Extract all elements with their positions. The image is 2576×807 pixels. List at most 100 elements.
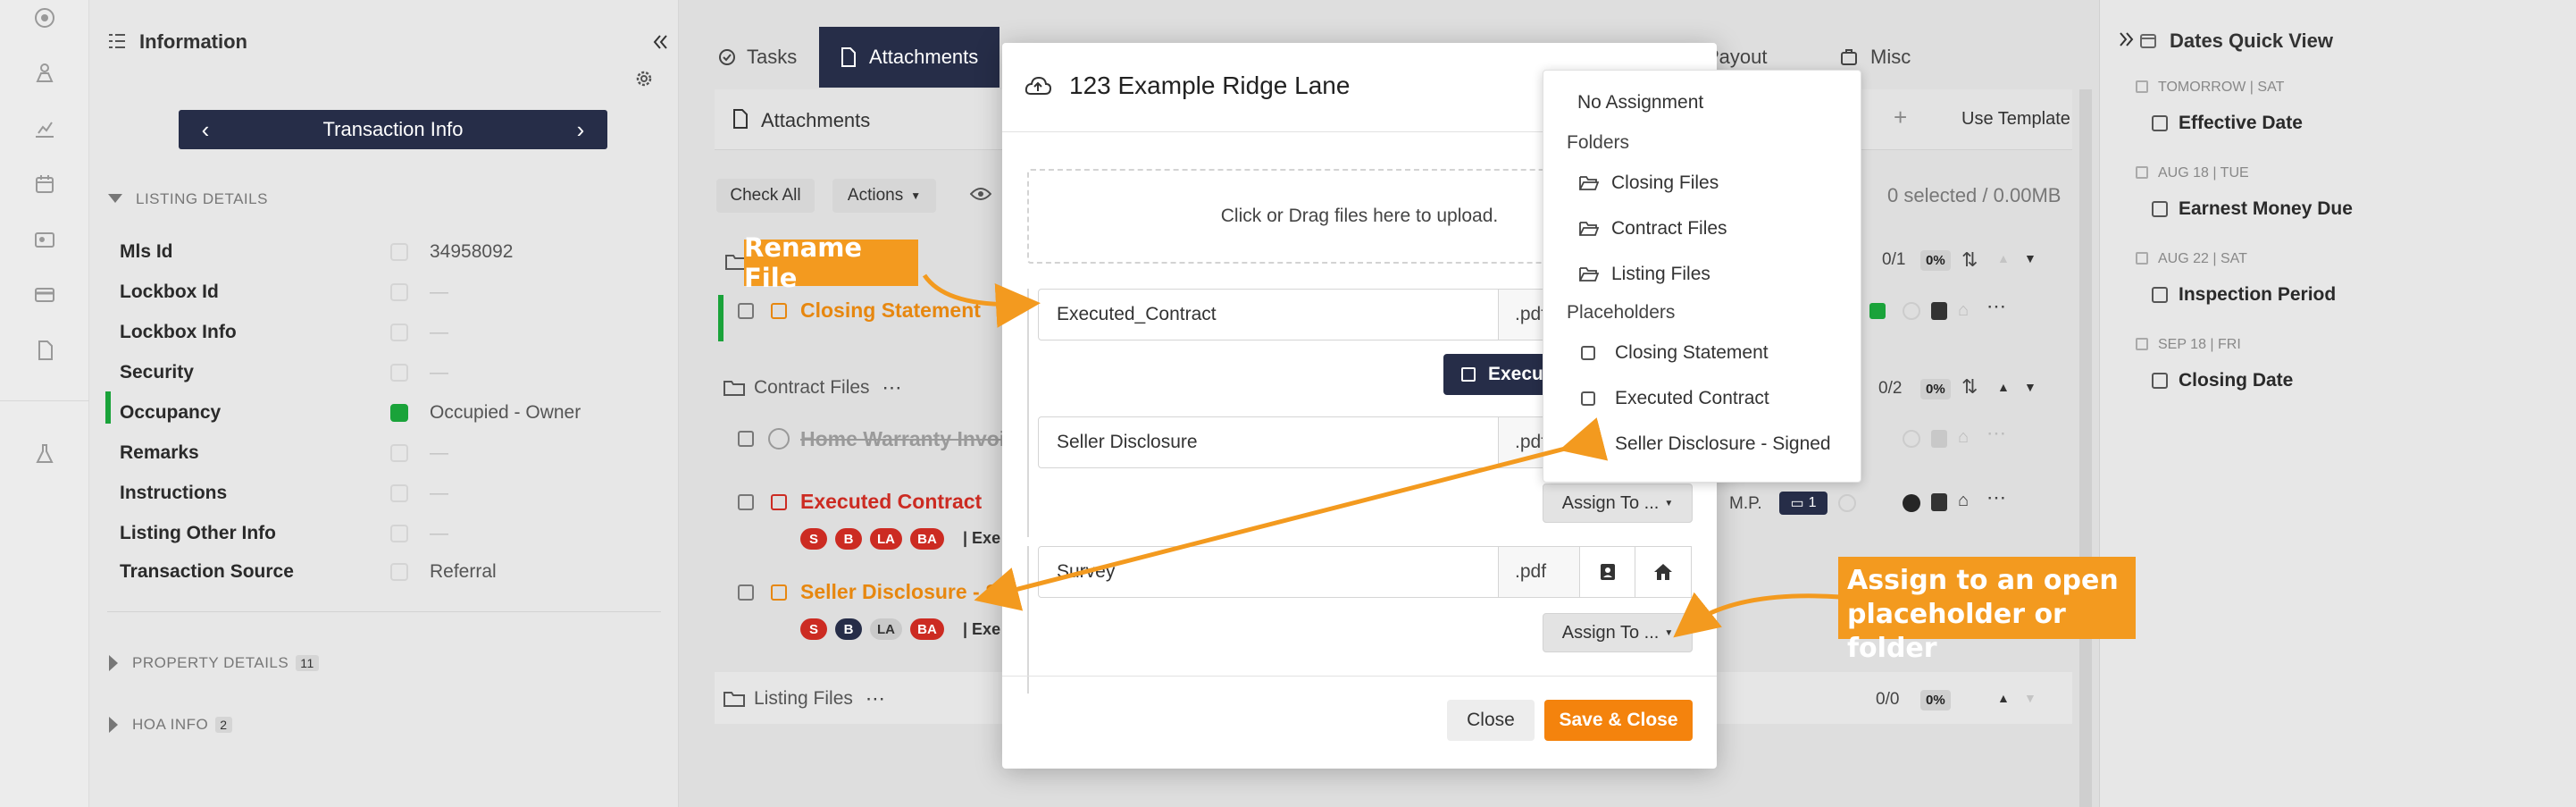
field-value[interactable]: 34958092 [430,241,513,263]
field-checkbox[interactable] [390,444,408,462]
field-value[interactable]: — [430,523,448,544]
property-details-toggle[interactable]: PROPERTY DETAILS 11 [107,651,661,677]
home-button[interactable] [1635,546,1692,598]
more-icon[interactable]: ⋯ [1986,422,2006,445]
calendar-icon[interactable] [32,172,57,197]
more-icon[interactable]: ⋯ [1986,486,2006,509]
info-icon[interactable] [1903,494,1920,512]
tab-attachments[interactable]: Attachments [819,27,1000,88]
more-icon[interactable]: ⋯ [882,376,902,399]
chevron-right-icon[interactable]: › [561,110,600,149]
more-icon[interactable]: ⋯ [866,687,885,710]
field-checkbox[interactable] [390,484,408,502]
date-checkbox[interactable] [2152,201,2168,217]
field-value[interactable]: — [430,282,448,303]
contact-card-button[interactable] [1579,546,1636,598]
date-item-closing[interactable]: Closing Date [2152,370,2293,391]
field-checkbox[interactable] [390,404,408,422]
filename-input[interactable]: Seller Disclosure [1038,416,1504,468]
field-value[interactable]: — [430,362,448,383]
contact-icon[interactable] [1931,302,1947,320]
gear-icon[interactable] [634,69,654,88]
dashboard-icon[interactable] [32,5,57,30]
date-checkbox[interactable] [2152,115,2168,131]
eye-icon[interactable] [970,186,991,202]
date-checkbox[interactable] [2152,373,2168,389]
people-icon[interactable] [32,61,57,86]
info-icon[interactable] [1903,430,1920,448]
field-value[interactable]: — [430,483,448,504]
chart-icon[interactable] [32,116,57,141]
card-icon[interactable] [32,282,57,307]
field-checkbox[interactable] [390,525,408,542]
field-checkbox[interactable] [390,243,408,261]
option-no-assignment[interactable]: No Assignment [1577,92,1703,113]
row-checkbox[interactable] [738,303,754,319]
date-checkbox[interactable] [2152,287,2168,303]
status-checkbox[interactable] [771,303,787,319]
chevron-up-icon[interactable]: ▲ [1997,251,2010,265]
date-item-effective[interactable]: Effective Date [2152,113,2303,134]
contact-icon[interactable] [1931,493,1947,511]
field-checkbox[interactable] [390,364,408,382]
more-icon[interactable]: ⋯ [1986,295,2006,318]
actions-dropdown[interactable]: Actions ▼ [832,179,936,213]
hoa-info-toggle[interactable]: HOA INFO 2 [107,712,661,739]
field-value[interactable]: Referral [430,561,497,583]
home-icon[interactable]: ⌂ [1958,427,1969,448]
option-placeholder[interactable]: Closing Statement [1581,342,1769,364]
option-placeholder[interactable]: Seller Disclosure - Signed [1581,433,1831,455]
contacts-icon[interactable] [32,227,57,252]
flask-icon[interactable] [32,441,57,467]
info-icon[interactable] [1903,302,1920,320]
status-checkbox[interactable] [771,494,787,510]
filename-input[interactable]: Executed_Contract [1038,289,1504,340]
chevron-down-icon[interactable]: ▼ [2024,380,2037,394]
home-icon[interactable]: ⌂ [1958,491,1969,511]
save-close-button[interactable]: Save & Close [1544,700,1693,741]
expand-right-icon[interactable] [2118,30,2136,48]
row-checkbox[interactable] [738,584,754,601]
file-seller-disclosure[interactable]: Seller Disclosure - S [800,580,999,604]
file-executed-contract[interactable]: Executed Contract [800,490,982,514]
option-placeholder[interactable]: Executed Contract [1581,388,1769,409]
chevron-down-icon[interactable]: ▼ [2024,251,2037,265]
filename-input[interactable]: Survey [1038,546,1504,598]
file-home-warranty[interactable]: Home Warranty Invoi [800,427,1005,451]
chevron-left-icon[interactable]: ‹ [186,110,225,149]
field-checkbox[interactable] [390,324,408,341]
tab-tasks[interactable]: Tasks [718,27,797,88]
listing-details-toggle[interactable]: LISTING DETAILS [107,185,661,217]
file-closing-statement[interactable]: Closing Statement [800,298,981,323]
date-item-earnest-money[interactable]: Earnest Money Due [2152,198,2353,220]
plus-icon[interactable]: + [1894,104,1907,131]
assign-to-button[interactable]: Assign To ... ▼ [1543,483,1693,523]
chevron-up-icon[interactable]: ▲ [1997,380,2010,394]
option-folder[interactable]: Listing Files [1579,264,1710,285]
row-checkbox[interactable] [738,494,754,510]
use-template-button[interactable]: Use Template [1961,109,2070,130]
document-icon[interactable] [32,338,57,363]
field-checkbox[interactable] [390,283,408,301]
date-item-inspection[interactable]: Inspection Period [2152,284,2336,306]
row-checkbox[interactable] [738,431,754,447]
field-value[interactable]: Occupied - Owner [430,402,581,424]
contact-icon[interactable] [1931,430,1947,448]
chevron-down-icon[interactable]: ▼ [2024,691,2037,705]
close-button[interactable]: Close [1447,700,1535,741]
chevron-up-icon[interactable]: ▲ [1997,691,2010,705]
field-value[interactable]: — [430,442,448,464]
sort-icon[interactable]: ⇅ [1961,375,1978,399]
check-all-button[interactable]: Check All [716,179,815,213]
option-folder[interactable]: Closing Files [1579,172,1719,194]
field-checkbox[interactable] [390,563,408,581]
field-value[interactable]: — [430,322,448,343]
assign-to-button[interactable]: Assign To ... ▼ [1543,613,1693,652]
sort-icon[interactable]: ⇅ [1961,248,1978,272]
scrollbar[interactable] [2079,89,2092,807]
option-folder[interactable]: Contract Files [1579,218,1727,240]
status-checkbox[interactable] [771,584,787,601]
collapse-left-icon[interactable] [650,32,670,52]
comment-count-badge[interactable]: ▭ 1 [1779,492,1827,515]
home-icon[interactable]: ⌂ [1958,300,1969,321]
